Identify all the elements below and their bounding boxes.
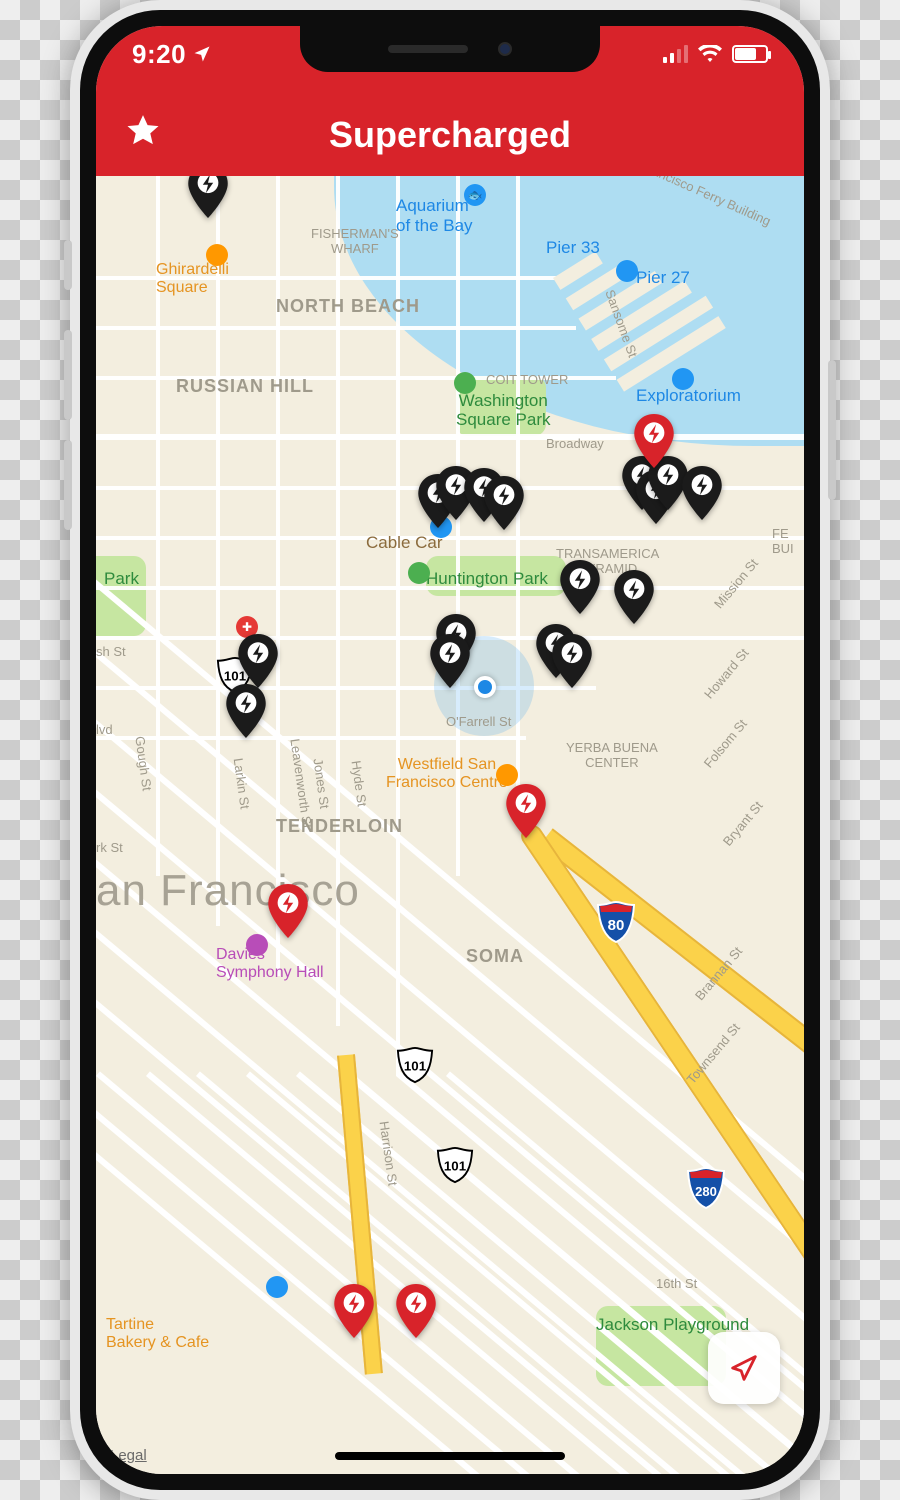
- poi-label: Westfield San Francisco Centre: [386, 756, 508, 792]
- charger-pin-red[interactable]: [633, 414, 675, 468]
- legal-link[interactable]: Legal: [110, 1447, 147, 1464]
- poi-label: YERBA BUENA CENTER: [566, 740, 658, 770]
- volume-down-button: [64, 440, 72, 530]
- charger-pin-black[interactable]: [483, 476, 525, 530]
- street-label: 16th St: [656, 1276, 697, 1291]
- district-label: NORTH BEACH: [276, 296, 420, 317]
- charger-pin-red[interactable]: [505, 784, 547, 838]
- user-location-dot: [474, 676, 496, 698]
- poi-dot-icon: [616, 260, 638, 282]
- charger-pin-black[interactable]: [187, 176, 229, 218]
- battery-icon: [732, 45, 768, 63]
- us-route-shield: 101: [396, 1046, 434, 1084]
- poi-label: Aquarium of the Bay: [396, 196, 473, 236]
- poi-dot-icon: [672, 368, 694, 390]
- charger-pin-red[interactable]: [395, 1284, 437, 1338]
- mute-switch: [64, 240, 72, 290]
- svg-text:80: 80: [608, 917, 625, 934]
- app-title: Supercharged: [329, 114, 571, 156]
- district-label: FISHERMAN'S WHARF: [311, 226, 399, 256]
- svg-text:101: 101: [444, 1159, 467, 1174]
- poi-label: Cable Car: [366, 534, 443, 553]
- district-label: SOMA: [466, 946, 524, 967]
- poi-label: Tartine Bakery & Cafe: [106, 1316, 209, 1352]
- poi-dot-icon: [496, 764, 518, 786]
- location-arrow-icon: [192, 44, 212, 64]
- street-label: O'Farrell St: [446, 714, 511, 729]
- charger-pin-black[interactable]: [429, 634, 471, 688]
- interstate-shield: 80: [596, 900, 636, 944]
- locate-me-button[interactable]: [708, 1332, 780, 1404]
- poi-label: Huntington Park: [426, 570, 548, 589]
- charger-pin-red[interactable]: [267, 884, 309, 938]
- district-label: RUSSIAN HILL: [176, 376, 314, 397]
- poi-label: FE BUI: [772, 526, 794, 556]
- street-label: rk St: [96, 840, 123, 855]
- street-label: sh St: [96, 644, 126, 659]
- charger-pin-black[interactable]: [551, 634, 593, 688]
- svg-text:280: 280: [695, 1184, 717, 1199]
- poi-label: Washington Square Park: [456, 392, 551, 429]
- notch: [300, 26, 600, 72]
- interstate-shield: 280: [686, 1166, 726, 1210]
- svg-text:101: 101: [404, 1059, 427, 1074]
- street-label: Broadway: [546, 436, 604, 451]
- charger-pin-black[interactable]: [559, 560, 601, 614]
- status-time: 9:20: [132, 39, 186, 70]
- map-canvas[interactable]: NORTH BEACH RUSSIAN HILL TENDERLOIN SOMA…: [96, 176, 804, 1474]
- poi-dot-icon: [246, 934, 268, 956]
- us-route-shield: 101: [436, 1146, 474, 1184]
- screen: 9:20 Supercharged: [96, 26, 804, 1474]
- phone-device: 9:20 Supercharged: [70, 0, 830, 1500]
- poi-dot-icon: [408, 562, 430, 584]
- signal-icon: [663, 45, 688, 63]
- wifi-icon: [698, 45, 722, 63]
- favorites-button[interactable]: [124, 112, 162, 160]
- poi-label: Park: [104, 570, 139, 589]
- poi-dot-icon: [266, 1276, 288, 1298]
- poi-label: Pier 33: [546, 238, 600, 258]
- poi-dot-icon: 🐟: [464, 184, 486, 206]
- district-label: TENDERLOIN: [276, 816, 403, 837]
- charger-pin-black[interactable]: [681, 466, 723, 520]
- charger-pin-red[interactable]: [333, 1284, 375, 1338]
- charger-pin-black[interactable]: [237, 634, 279, 688]
- poi-label: Exploratorium: [636, 386, 741, 406]
- street-label: lvd: [96, 722, 113, 737]
- home-indicator[interactable]: [335, 1452, 565, 1460]
- poi-label: Davies Symphony Hall: [216, 946, 324, 982]
- location-arrow-icon: [727, 1351, 761, 1385]
- poi-label: Ghirardelli Square: [156, 261, 229, 297]
- charger-pin-black[interactable]: [613, 570, 655, 624]
- poi-dot-icon: [206, 244, 228, 266]
- charger-pin-black[interactable]: [225, 684, 267, 738]
- poi-label: Pier 27: [636, 268, 690, 288]
- volume-up-button: [64, 330, 72, 420]
- poi-label: COIT TOWER: [486, 372, 568, 387]
- power-button: [828, 360, 836, 500]
- poi-dot-icon: [454, 372, 476, 394]
- city-label: an Francisco: [96, 866, 360, 916]
